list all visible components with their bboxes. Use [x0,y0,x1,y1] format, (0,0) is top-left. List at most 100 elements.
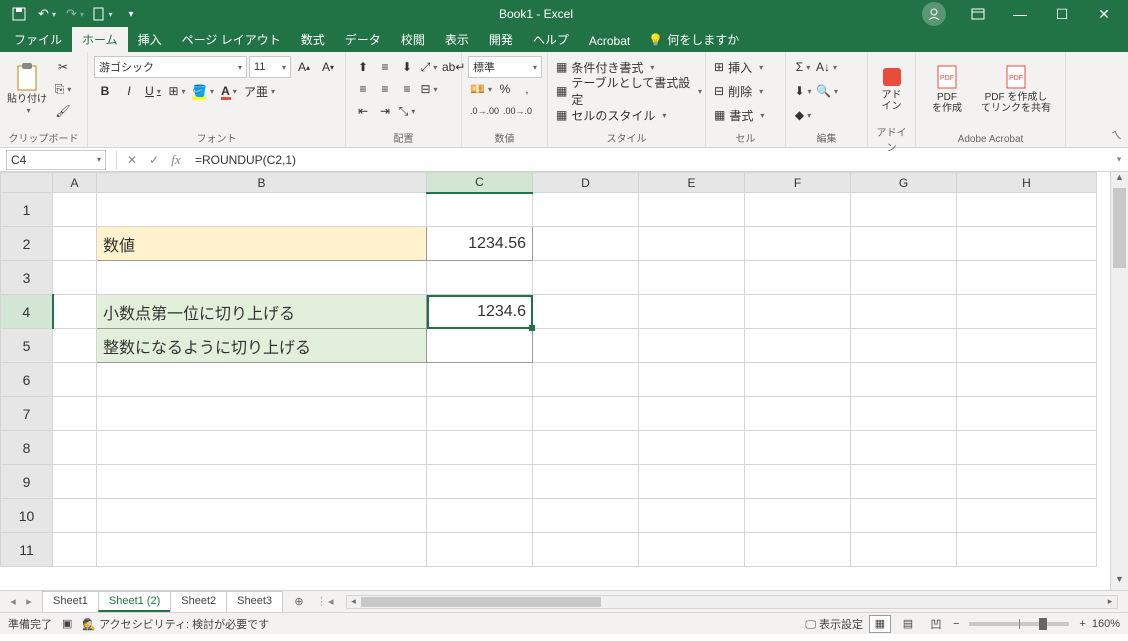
delete-cells-button[interactable]: ⊟削除▾ [712,80,784,102]
page-break-view-button[interactable]: 凹 [925,615,947,633]
number-format-combo[interactable]: 標準▾ [468,56,542,78]
col-header-B[interactable]: B [97,173,427,193]
cell-E6[interactable] [639,363,745,397]
format-painter-button[interactable]: 🖌 [52,100,74,122]
cell-C1[interactable] [427,193,533,227]
tab-home[interactable]: ホーム [72,27,128,52]
cell-H11[interactable] [957,533,1097,567]
scroll-right-arrow[interactable]: ▸ [1103,596,1117,608]
scroll-up-arrow[interactable]: ▲ [1111,172,1128,188]
cell-B3[interactable] [97,261,427,295]
cell-D5[interactable] [533,329,639,363]
cell-H3[interactable] [957,261,1097,295]
percent-button[interactable]: % [494,78,516,100]
font-size-combo[interactable]: 11▾ [249,56,291,78]
col-header-F[interactable]: F [745,173,851,193]
vertical-scrollbar[interactable]: ▲ ▼ [1110,172,1128,590]
cell-G1[interactable] [851,193,957,227]
cell-C6[interactable] [427,363,533,397]
increase-font-button[interactable]: A▴ [293,56,315,78]
enter-formula-button[interactable]: ✓ [143,150,165,170]
cell-G3[interactable] [851,261,957,295]
col-header-A[interactable]: A [53,173,97,193]
cell-A3[interactable] [53,261,97,295]
cell-E2[interactable] [639,227,745,261]
decrease-indent-button[interactable]: ⇤ [352,100,374,122]
cell-H2[interactable] [957,227,1097,261]
add-sheet-button[interactable]: ⊕ [288,595,310,608]
cell-B7[interactable] [97,397,427,431]
font-family-combo[interactable]: 游ゴシック▾ [94,56,247,78]
cell-D11[interactable] [533,533,639,567]
cell-B10[interactable] [97,499,427,533]
align-right-button[interactable]: ≡ [396,78,418,100]
cell-E4[interactable] [639,295,745,329]
cell-D1[interactable] [533,193,639,227]
insert-function-button[interactable]: fx [165,150,187,170]
cell-styles-button[interactable]: ▦セルのスタイル▾ [554,104,704,126]
tab-developer[interactable]: 開発 [479,27,523,52]
cell-A10[interactable] [53,499,97,533]
row-header-4[interactable]: 4 [1,295,53,329]
cell-H8[interactable] [957,431,1097,465]
tab-acrobat[interactable]: Acrobat [579,30,640,52]
cell-C5[interactable] [427,329,533,363]
cell-B5[interactable]: 整数になるように切り上げる [97,329,427,363]
display-settings-button[interactable]: 🖵 表示設定 [805,616,863,632]
cell-H7[interactable] [957,397,1097,431]
accounting-format-button[interactable]: 💴▾ [468,78,494,100]
cell-F5[interactable] [745,329,851,363]
clear-button[interactable]: ◆▾ [792,104,814,126]
cell-D3[interactable] [533,261,639,295]
align-middle-button[interactable]: ≡ [374,56,396,78]
zoom-slider[interactable] [969,622,1069,626]
cell-C3[interactable] [427,261,533,295]
sheet-tab-Sheet2[interactable]: Sheet2 [170,591,227,612]
create-pdf-button[interactable]: PDF PDF を作成 [922,56,972,122]
cells-table[interactable]: ABCDEFGH 12数値1234.5634小数点第一位に切り上げる1234.6… [0,172,1097,567]
row-header-6[interactable]: 6 [1,363,53,397]
cell-B8[interactable] [97,431,427,465]
save-button[interactable] [6,2,32,26]
row-header-7[interactable]: 7 [1,397,53,431]
comma-button[interactable]: , [516,78,538,100]
autosum-button[interactable]: Σ▾ [792,56,814,78]
tab-data[interactable]: データ [335,27,391,52]
align-top-button[interactable]: ⬆ [352,56,374,78]
cell-E5[interactable] [639,329,745,363]
cell-B9[interactable] [97,465,427,499]
redo-button[interactable]: ↷▾ [62,2,88,26]
share-pdf-button[interactable]: PDF PDF を作成し てリンクを共有 [976,56,1056,122]
col-header-C[interactable]: C [427,173,533,193]
row-header-11[interactable]: 11 [1,533,53,567]
tab-insert[interactable]: 挿入 [128,27,172,52]
cell-F3[interactable] [745,261,851,295]
close-button[interactable]: ✕ [1084,0,1124,28]
cell-H5[interactable] [957,329,1097,363]
cell-G6[interactable] [851,363,957,397]
cell-A11[interactable] [53,533,97,567]
decrease-font-button[interactable]: A▾ [317,56,339,78]
collapse-ribbon-button[interactable]: ㄟ [1111,127,1122,143]
find-button[interactable]: 🔍▾ [814,80,840,102]
cell-C2[interactable]: 1234.56 [427,227,533,261]
cell-C8[interactable] [427,431,533,465]
cell-H6[interactable] [957,363,1097,397]
macro-record-icon[interactable]: ▣ [62,617,72,630]
cell-B2[interactable]: 数値 [97,227,427,261]
cell-E7[interactable] [639,397,745,431]
underline-button[interactable]: U▾ [142,80,164,102]
cell-A6[interactable] [53,363,97,397]
copy-button[interactable]: ⎘▾ [52,78,74,100]
merge-button[interactable]: ⊟▾ [418,78,440,100]
row-header-5[interactable]: 5 [1,329,53,363]
cell-E11[interactable] [639,533,745,567]
cell-G2[interactable] [851,227,957,261]
paste-button[interactable]: 貼り付け ▾ [6,56,48,122]
cell-D7[interactable] [533,397,639,431]
cell-A2[interactable] [53,227,97,261]
cell-B4[interactable]: 小数点第一位に切り上げる [97,295,427,329]
ribbon-display-button[interactable] [958,0,998,28]
cell-G5[interactable] [851,329,957,363]
vscroll-thumb[interactable] [1113,188,1126,268]
